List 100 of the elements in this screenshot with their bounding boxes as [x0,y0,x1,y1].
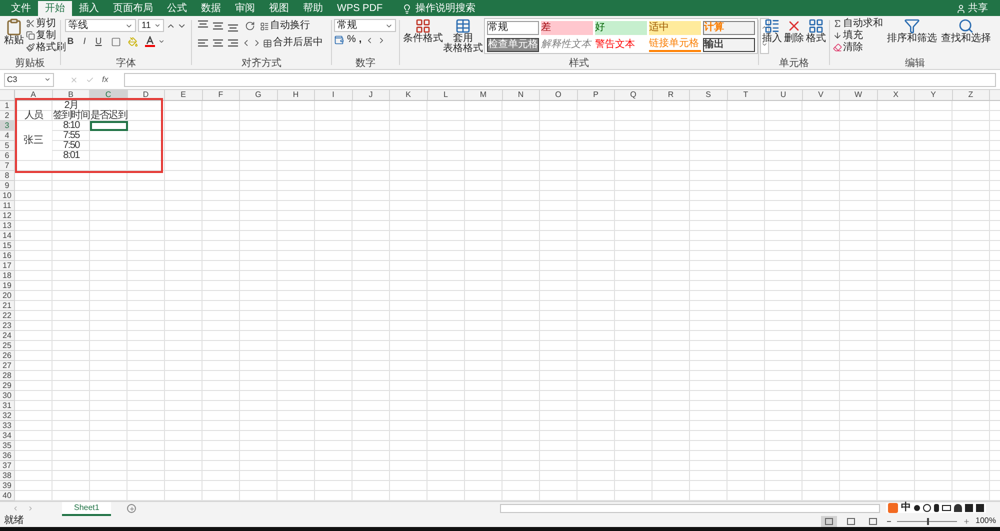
cell-style[interactable]: 解释性文本 [541,38,593,52]
column-header[interactable]: I [315,90,352,100]
ribbon-tab[interactable]: 视图 [262,1,296,16]
row-header[interactable]: 38 [0,471,15,481]
ribbon-tab[interactable]: WPS PDF [330,1,390,16]
column-header[interactable]: E [165,90,202,100]
column-header[interactable]: Z [952,90,990,100]
caret-icon[interactable] [44,76,51,83]
caret-icon[interactable] [154,22,161,29]
row-header[interactable]: 16 [0,251,15,261]
column-header[interactable]: R [652,90,690,100]
column-header[interactable]: O [540,90,578,100]
cell-style[interactable]: 输出 [703,38,755,52]
editing-item[interactable]: 清除 [833,42,883,53]
column-header[interactable]: Q [615,90,652,100]
row-header[interactable]: 15 [0,241,15,251]
clipboard-item[interactable]: 复制 [26,30,66,41]
cell-style[interactable]: 好 [595,21,647,35]
row-header[interactable]: 14 [0,231,15,241]
ribbon-tab[interactable]: 帮助 [296,1,330,16]
insert-function-button[interactable]: fx [102,74,108,86]
column-header[interactable]: G [240,90,278,100]
row-header[interactable]: 12 [0,211,15,221]
scroll-down-icon[interactable] [761,41,768,48]
caret-icon[interactable] [158,38,165,45]
ribbon-tab[interactable]: 开始 [38,1,72,16]
row-header[interactable]: 27 [0,361,15,371]
cell-style[interactable]: 差 [541,21,593,35]
font-color-icon[interactable] [145,36,155,47]
column-header[interactable]: N [502,90,540,100]
conditional-format-button[interactable]: 条件格式 [404,18,442,58]
wrap-text-button[interactable]: 自动换行 [260,21,310,31]
row-header[interactable]: 4 [0,131,15,141]
row-header[interactable]: 32 [0,411,15,421]
scroll-up-icon[interactable] [761,24,768,31]
row-header[interactable]: 29 [0,381,15,391]
add-sheet-button[interactable] [127,504,136,513]
ime-mode[interactable]: 中 [901,503,911,513]
row-header[interactable]: 20 [0,291,15,301]
active-cell[interactable] [90,121,128,131]
ribbon-tab[interactable]: 审阅 [228,1,262,16]
column-header[interactable]: W [840,90,878,100]
row-header[interactable]: 40 [0,491,15,501]
row-header[interactable]: 10 [0,191,15,201]
sheet-tab[interactable]: Sheet1 [62,502,112,516]
row-header[interactable]: 5 [0,141,15,151]
merge-center-button[interactable]: 合并后居中 [263,38,323,48]
column-header[interactable]: T [728,90,765,100]
row-header[interactable]: 30 [0,391,15,401]
column-header[interactable]: V [802,90,840,100]
share-button[interactable]: 共享 [968,4,988,14]
column-header[interactable]: H [278,90,315,100]
currency-icon[interactable] [334,35,344,45]
row-header[interactable]: 33 [0,421,15,431]
column-header[interactable]: K [390,90,428,100]
column-header[interactable]: M [465,90,502,100]
row-header[interactable]: 9 [0,181,15,191]
row-header[interactable]: 18 [0,271,15,281]
clipboard-item[interactable]: 剪切 [26,18,66,29]
number-format-field[interactable]: 常规 [334,19,396,32]
percent-button[interactable]: % [347,35,356,45]
column-header[interactable]: X [878,90,915,100]
column-header[interactable]: F [202,90,240,100]
ribbon-tab[interactable]: 插入 [72,1,106,16]
column-header[interactable]: S [690,90,728,100]
row-header[interactable]: 3 [0,121,15,131]
paste-button[interactable]: 粘贴 [4,18,24,58]
font-style-button[interactable]: I [79,37,90,46]
row-header[interactable]: 17 [0,261,15,271]
row-header[interactable]: 24 [0,331,15,341]
formula-field[interactable] [124,72,996,86]
row-header[interactable]: 37 [0,461,15,471]
column-header[interactable]: U [765,90,802,100]
font-name-field[interactable]: 等线 [65,19,136,32]
column-header[interactable]: P [578,90,615,100]
table-format-button[interactable]: 套用 表格格式 [444,18,482,58]
font-size-field[interactable]: 11 [138,19,164,32]
editing-item[interactable]: 填充 [833,30,883,41]
borders-icon[interactable] [111,36,121,46]
row-header[interactable]: 2 [0,111,15,121]
fill-color-icon[interactable] [128,36,138,46]
column-header[interactable]: A [15,90,52,100]
row-header[interactable]: 28 [0,371,15,381]
row-header[interactable]: 13 [0,221,15,231]
ribbon-tab[interactable]: 文件 [4,1,38,16]
comma-button[interactable]: , [358,35,362,45]
font-style-button[interactable]: U [93,37,104,46]
column-header[interactable]: D [128,90,165,100]
sort-filter-button[interactable]: 排序和筛选 [887,18,937,58]
row-header[interactable]: 23 [0,321,15,331]
editing-item[interactable]: 自动求和 [833,18,883,29]
row-header[interactable]: 36 [0,451,15,461]
ribbon-tab[interactable]: 公式 [160,1,194,16]
row-header[interactable]: 7 [0,161,15,171]
cells-button[interactable]: 删除 [784,18,804,58]
column-header[interactable]: Y [915,90,952,100]
row-header[interactable]: 11 [0,201,15,211]
row-header[interactable]: 8 [0,171,15,181]
view-button[interactable] [820,516,837,526]
row-header[interactable]: 19 [0,281,15,291]
